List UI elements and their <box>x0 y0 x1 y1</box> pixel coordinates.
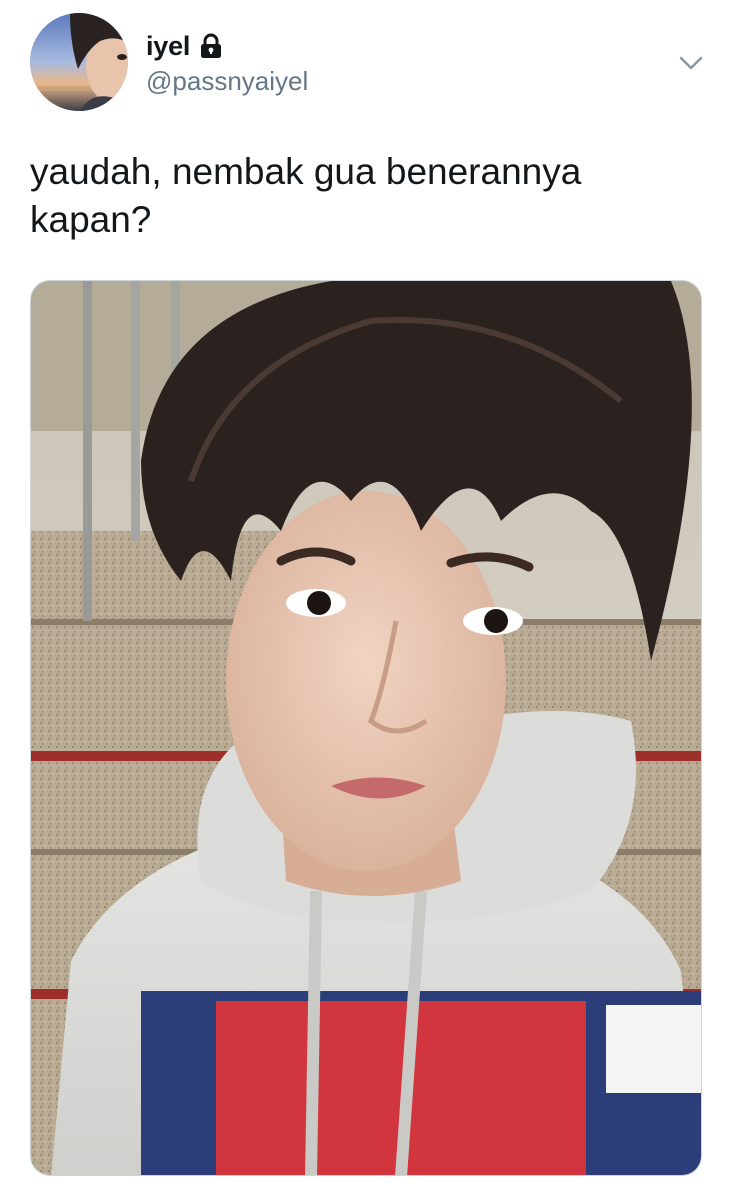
avatar[interactable] <box>30 13 128 111</box>
tweet-text: yaudah, nembak gua benerannya kapan? <box>30 148 710 244</box>
avatar-photo-icon <box>30 13 128 111</box>
chevron-down-icon[interactable] <box>676 52 706 74</box>
user-handle[interactable]: @passnyaiyel <box>146 66 308 97</box>
tweet-card: iyel @passnyaiyel yaudah, nembak gua ben… <box>0 0 732 1200</box>
lock-icon <box>201 33 222 58</box>
display-name[interactable]: iyel <box>146 31 190 62</box>
selfie-photo-icon <box>31 281 701 1175</box>
author-name-row[interactable]: iyel <box>146 30 224 62</box>
tweet-text-line: yaudah, nembak gua benerannya <box>30 151 582 192</box>
tweet-photo[interactable] <box>30 280 702 1176</box>
tweet-text-line: kapan? <box>30 199 152 240</box>
